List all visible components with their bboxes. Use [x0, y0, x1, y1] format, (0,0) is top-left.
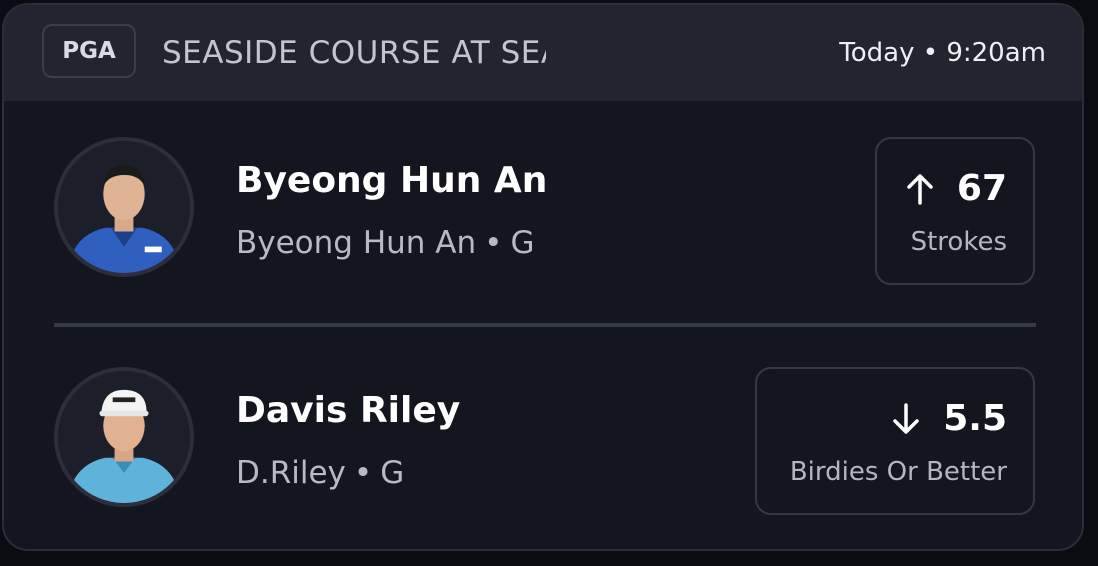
player-row[interactable]: Byeong Hun An Byeong Hun An • G 67 Strokes	[4, 125, 1082, 305]
separator-dot: •	[484, 225, 503, 261]
projection-number: 67	[956, 168, 1007, 209]
arrow-up-icon	[907, 174, 933, 205]
player-short-name: Byeong Hun An	[236, 225, 477, 261]
row-divider	[54, 323, 1036, 327]
projection-stat-label: Strokes	[910, 227, 1007, 257]
player-subtitle: Byeong Hun An • G	[236, 223, 534, 263]
projection-stat-label: Birdies Or Better	[789, 457, 1007, 487]
arrow-down-icon	[893, 403, 919, 434]
projection-value: 5.5	[891, 397, 1007, 441]
player-position: G	[380, 455, 405, 491]
event-title: SEASIDE COURSE AT SEA ISLAND	[162, 35, 546, 71]
player-position: G	[510, 225, 535, 261]
player-photo-icon	[58, 141, 190, 273]
projection-box[interactable]: 5.5 Birdies Or Better	[755, 367, 1035, 515]
pick-card[interactable]: PGA SEASIDE COURSE AT SEA ISLAND Today •…	[2, 3, 1084, 551]
player-photo-icon	[58, 371, 190, 503]
player-row[interactable]: Davis Riley D.Riley • G 5.5 Birdies Or Bet…	[4, 355, 1082, 535]
player-short-name: D.Riley	[236, 455, 346, 491]
player-name: Byeong Hun An	[236, 160, 548, 201]
card-header: PGA SEASIDE COURSE AT SEA ISLAND Today •…	[4, 5, 1082, 101]
projection-number: 5.5	[943, 398, 1007, 439]
projection-value: 67	[905, 167, 1007, 211]
event-time: Today • 9:20am	[839, 38, 1046, 68]
player-avatar	[54, 367, 194, 507]
player-subtitle: D.Riley • G	[236, 453, 404, 493]
player-avatar	[54, 137, 194, 277]
league-badge: PGA	[42, 24, 136, 78]
projection-box[interactable]: 67 Strokes	[875, 137, 1035, 285]
separator-dot: •	[353, 455, 373, 491]
player-name: Davis Riley	[236, 390, 461, 431]
